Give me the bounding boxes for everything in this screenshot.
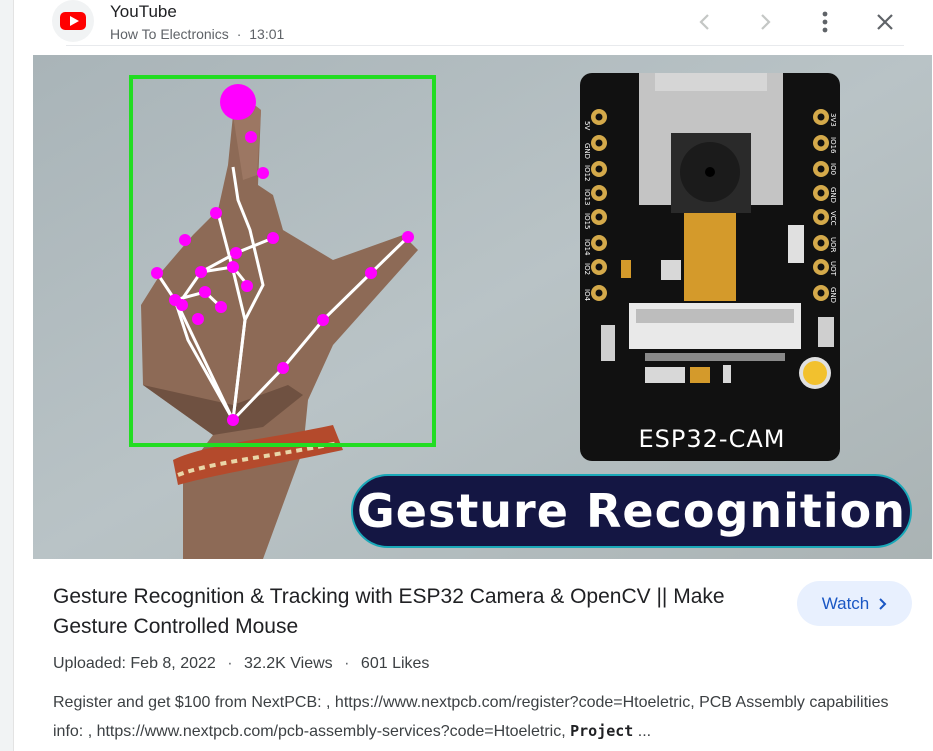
meta-separator: · xyxy=(227,655,233,672)
description-ellipsis: ... xyxy=(633,723,652,740)
pin-label-left: IO4 xyxy=(583,289,591,302)
pin-label-left: GND xyxy=(583,143,591,159)
pin-label-right: VCC xyxy=(829,211,837,226)
pin-label-right: UOR xyxy=(829,237,837,253)
pin-label-left: IO15 xyxy=(583,213,591,229)
source-meta: How To Electronics · 13:01 xyxy=(110,26,284,42)
next-button[interactable] xyxy=(748,5,782,39)
close-button[interactable] xyxy=(868,5,902,39)
board-label: ESP32-CAM xyxy=(638,425,786,453)
chevron-left-icon xyxy=(699,14,709,30)
card-header: YouTube How To Electronics · 13:01 xyxy=(14,0,933,46)
more-vert-icon xyxy=(822,11,828,33)
video-duration: 13:01 xyxy=(249,26,285,42)
panel-left-edge xyxy=(0,0,14,751)
header-divider xyxy=(66,45,904,46)
esp32-cam-board xyxy=(580,73,840,461)
chevron-right-icon xyxy=(761,14,771,30)
upload-date: Uploaded: Feb 8, 2022 xyxy=(53,655,216,672)
video-meta: Uploaded: Feb 8, 2022 · 32.2K Views · 60… xyxy=(53,655,429,673)
pin-label-right: 3V3 xyxy=(829,113,837,127)
pin-label-right: IO0 xyxy=(829,163,837,175)
watch-label: Watch xyxy=(821,593,870,613)
description-bold: Project xyxy=(570,722,634,740)
view-count: 32.2K Views xyxy=(244,655,333,672)
more-options-button[interactable] xyxy=(808,5,842,39)
pin-label-left: IO13 xyxy=(583,189,591,205)
pin-label-right: GND xyxy=(829,287,837,303)
previous-button[interactable] xyxy=(688,5,722,39)
thumbnail-overlay-title: Gesture Recognition xyxy=(351,474,912,548)
watch-button[interactable]: Watch xyxy=(797,581,912,626)
pin-label-left: IO12 xyxy=(583,165,591,181)
pin-label-left: 5V xyxy=(583,121,591,130)
pin-label-left: IO2 xyxy=(583,263,591,275)
pin-label-right: UOT xyxy=(829,261,837,277)
video-title[interactable]: Gesture Recognition & Tracking with ESP3… xyxy=(53,582,773,642)
video-thumbnail[interactable]: 5V GND IO12 IO13 IO15 IO14 IO2 IO4 3V3 I… xyxy=(33,55,932,559)
video-description: Register and get $100 from NextPCB: , ht… xyxy=(53,689,913,746)
youtube-logo-icon xyxy=(52,0,94,42)
chevron-right-icon xyxy=(879,597,887,610)
pin-label-right: GND xyxy=(829,187,837,203)
pin-label-right: IO16 xyxy=(829,137,837,154)
meta-separator: · xyxy=(344,655,350,672)
close-icon xyxy=(877,14,893,30)
pin-label-left: IO14 xyxy=(583,239,591,256)
source-name: YouTube xyxy=(110,2,177,21)
description-text: Register and get $100 from NextPCB: , ht… xyxy=(53,694,889,740)
channel-name[interactable]: How To Electronics xyxy=(110,26,229,42)
meta-separator: · xyxy=(236,26,242,42)
like-count: 601 Likes xyxy=(360,655,430,672)
